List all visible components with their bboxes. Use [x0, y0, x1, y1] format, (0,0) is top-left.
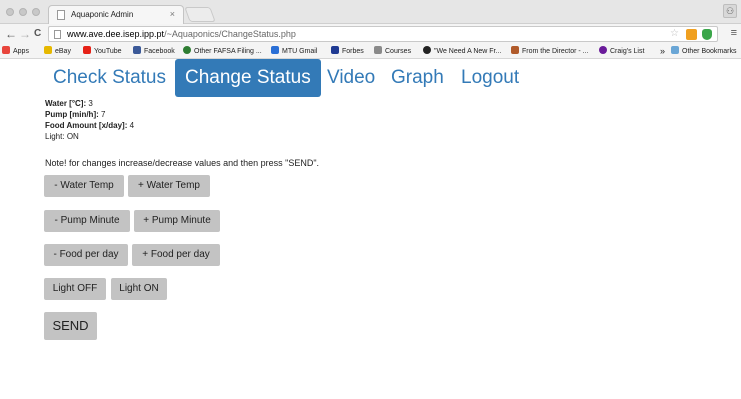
bookmark-facebook[interactable]: Facebook [133, 46, 175, 57]
water-status: Water [°C]: 3 [45, 99, 93, 108]
bookmark-mtu-gmail[interactable]: MTU Gmail [271, 46, 317, 57]
youtube-icon [83, 46, 91, 54]
back-arrow-icon[interactable]: ← [5, 27, 17, 41]
new-tab-button[interactable] [184, 7, 216, 22]
emblem-icon [511, 46, 519, 54]
water-temp-decrease-button[interactable]: - Water Temp [44, 175, 124, 197]
tab-title: Aquaponic Admin [71, 10, 134, 19]
pump-value: 7 [101, 110, 106, 119]
water-temp-increase-button[interactable]: + Water Temp [128, 175, 210, 197]
food-status: Food Amount [x/day]: 4 [45, 121, 135, 130]
bookmark-director[interactable]: From the Director - ... [511, 46, 589, 57]
browser-tab[interactable]: Aquaponic Admin × [48, 5, 184, 24]
pump-minute-increase-button[interactable]: + Pump Minute [134, 210, 220, 232]
bookmark-new-friend[interactable]: "We Need A New Fr... [423, 46, 501, 57]
minimize-window-icon[interactable] [19, 8, 27, 16]
food-value: 4 [129, 121, 135, 130]
address-bar[interactable]: www.ave.dee.isep.ipp.pt/~Aquaponics/Chan… [48, 26, 718, 42]
bookmarks-overflow-chevron[interactable]: » [660, 46, 665, 57]
reload-icon[interactable]: C [34, 27, 41, 41]
page-icon [54, 30, 61, 39]
nav-graph[interactable]: Graph [391, 59, 444, 97]
bookmark-craigslist[interactable]: Craig's List [599, 46, 644, 57]
light-value: ON [66, 132, 79, 141]
extension-icon[interactable] [686, 29, 697, 40]
food-per-day-increase-button[interactable]: + Food per day [132, 244, 220, 266]
courses-icon [374, 46, 382, 54]
apps-grid-icon [2, 46, 10, 54]
globe-icon [183, 46, 191, 54]
water-value: 3 [88, 99, 93, 108]
bookmark-forbes[interactable]: Forbes [331, 46, 364, 57]
circle-icon [423, 46, 431, 54]
facebook-icon [133, 46, 141, 54]
light-on-button[interactable]: Light ON [111, 278, 167, 300]
bookmark-fafsa[interactable]: Other FAFSA Filing ... [183, 46, 262, 57]
nav-change-status[interactable]: Change Status [175, 59, 321, 97]
bookmark-apps[interactable]: Apps [2, 46, 29, 57]
pump-status: Pump [min/h]: 7 [45, 110, 106, 119]
mail-icon [271, 46, 279, 54]
user-profile-icon[interactable]: ⚇ [723, 4, 737, 18]
bookmark-ebay[interactable]: eBay [44, 46, 71, 57]
bookmark-other[interactable]: Other Bookmarks [671, 46, 736, 57]
peace-icon [599, 46, 607, 54]
nav-check-status[interactable]: Check Status [53, 59, 166, 97]
forbes-icon [331, 46, 339, 54]
bookmark-youtube[interactable]: YouTube [83, 46, 122, 57]
menu-icon[interactable]: ≡ [731, 27, 737, 39]
shield-extension-icon[interactable] [702, 29, 712, 40]
status-panel: Water [°C]: 3 Pump [min/h]: 7 Food Amoun… [45, 98, 134, 142]
zoom-window-icon[interactable] [32, 8, 40, 16]
food-per-day-decrease-button[interactable]: - Food per day [44, 244, 128, 266]
page-icon [57, 10, 65, 20]
folder-icon [671, 46, 679, 54]
pump-minute-decrease-button[interactable]: - Pump Minute [44, 210, 130, 232]
url-text: www.ave.dee.isep.ipp.pt/~Aquaponics/Chan… [67, 29, 296, 39]
instructions-note: Note! for changes increase/decrease valu… [45, 158, 320, 168]
nav-video[interactable]: Video [327, 59, 375, 97]
close-window-icon[interactable] [6, 8, 14, 16]
bookmark-star-icon[interactable]: ☆ [670, 28, 679, 39]
nav-logout[interactable]: Logout [461, 59, 519, 97]
bookmarks-bar: Apps eBay YouTube Facebook Other FAFSA F… [0, 44, 741, 59]
browser-toolbar: ← → C www.ave.dee.isep.ipp.pt/~Aquaponic… [0, 24, 741, 44]
ebay-icon [44, 46, 52, 54]
light-status: Light: ON [45, 132, 79, 141]
tab-close-icon[interactable]: × [170, 9, 175, 19]
browser-titlebar: Aquaponic Admin × ⚇ [0, 0, 741, 24]
light-off-button[interactable]: Light OFF [44, 278, 106, 300]
forward-arrow-icon[interactable]: → [19, 27, 31, 41]
bookmark-courses[interactable]: Courses [374, 46, 411, 57]
send-button[interactable]: SEND [44, 312, 97, 340]
